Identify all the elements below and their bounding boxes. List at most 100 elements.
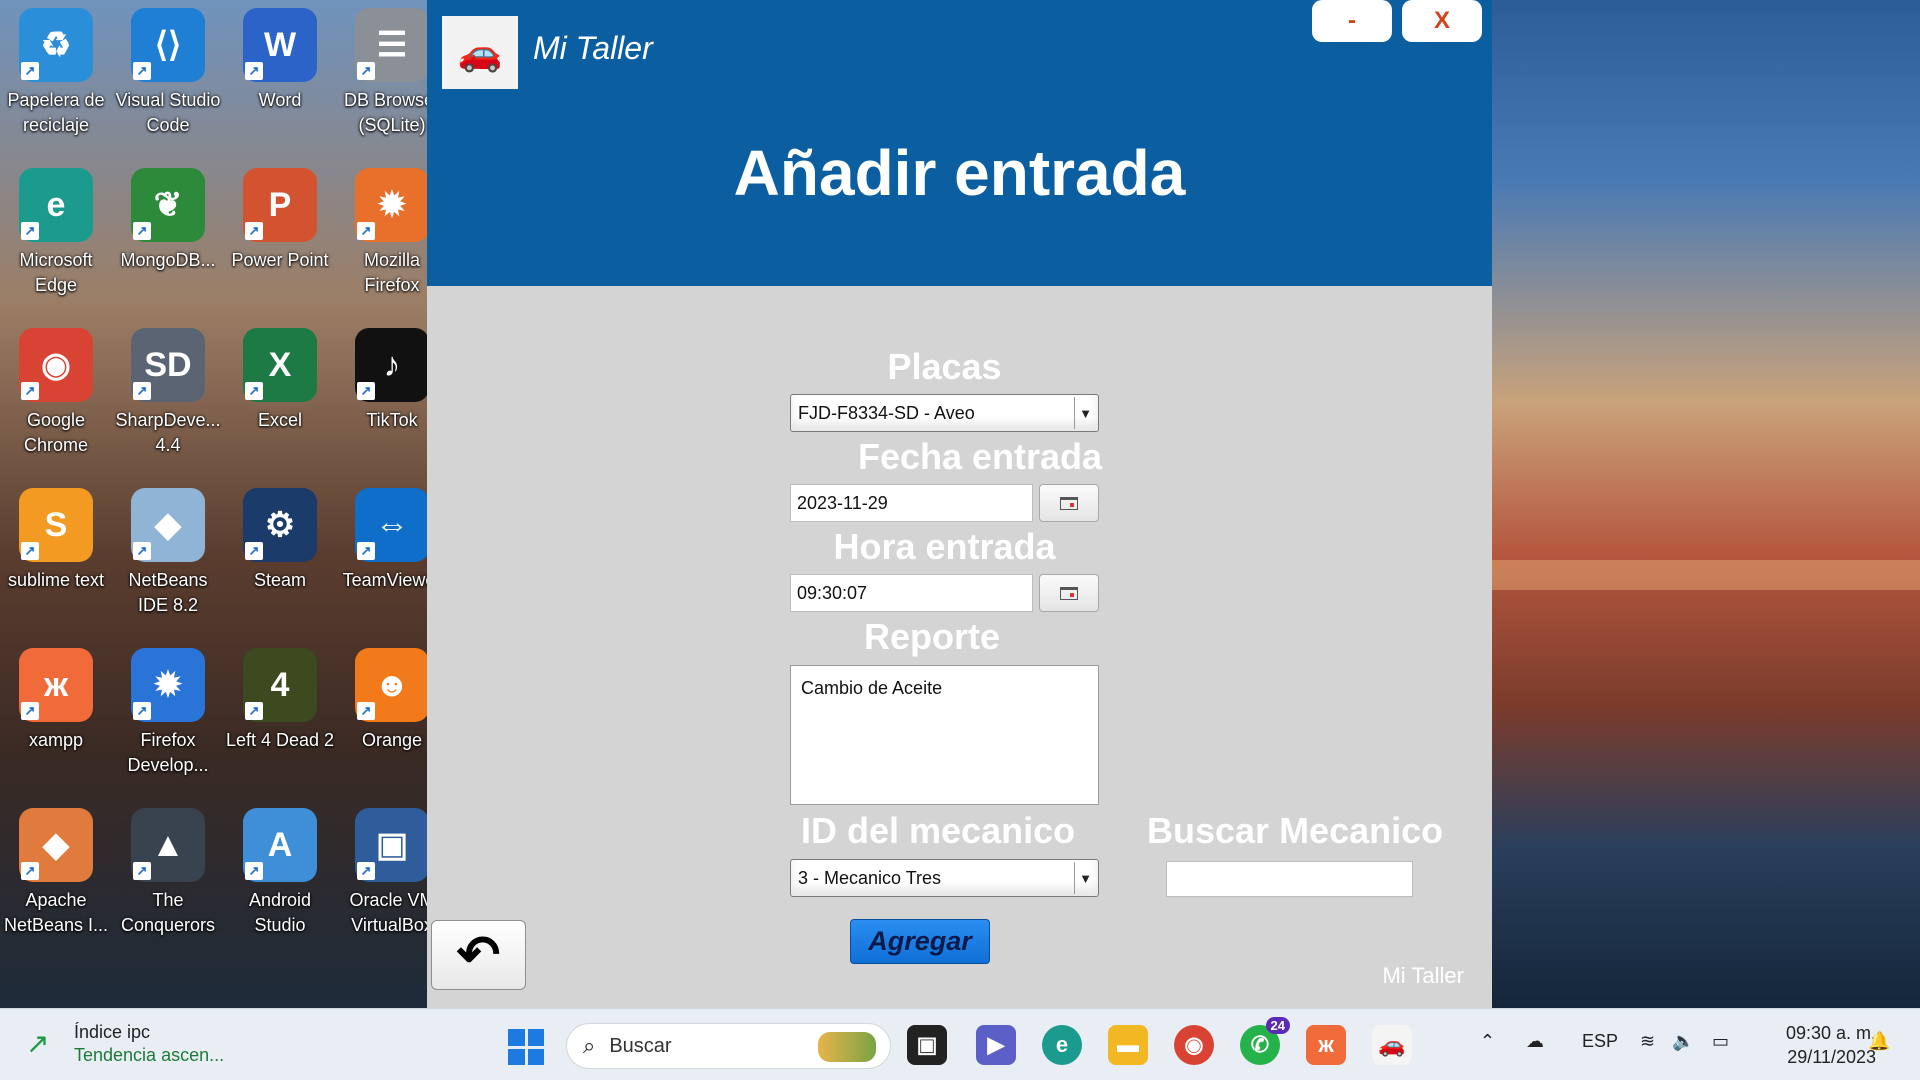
app-icon: ✹ ↗ xyxy=(131,648,205,722)
app-icon: X ↗ xyxy=(243,328,317,402)
desktop-icon[interactable]: ◆ ↗ NetBeans IDE 8.2 xyxy=(112,480,224,640)
start-button[interactable] xyxy=(508,1029,544,1065)
desktop-icon-label: The Conquerors xyxy=(120,890,216,935)
desktop-icon[interactable]: ◆ ↗ Apache NetBeans I... xyxy=(0,800,112,960)
taskbar-search[interactable]: ⌕ Buscar xyxy=(566,1023,891,1069)
shortcut-arrow-icon: ↗ xyxy=(133,62,151,80)
shortcut-arrow-icon: ↗ xyxy=(245,542,263,560)
buscar-mecanico-label: Buscar Mecanico xyxy=(1147,810,1444,851)
trend-up-icon: ↗ xyxy=(26,1028,50,1059)
file-explorer-icon[interactable]: ▬ xyxy=(1108,1025,1148,1065)
shortcut-arrow-icon: ↗ xyxy=(21,862,39,880)
back-button[interactable]: ↶ xyxy=(431,920,526,990)
volume-icon[interactable]: 🔈 xyxy=(1672,1031,1694,1052)
xampp-icon[interactable]: ж xyxy=(1306,1025,1346,1065)
app-icon: e ↗ xyxy=(19,168,93,242)
desktop-icon-label: NetBeans IDE 8.2 xyxy=(128,570,208,615)
desktop-icon[interactable]: ⟨⟩ ↗ Visual Studio Code xyxy=(112,0,224,160)
shortcut-arrow-icon: ↗ xyxy=(357,222,375,240)
desktop-icon-label: Apache NetBeans I... xyxy=(3,890,109,935)
calendar-icon xyxy=(1060,496,1078,510)
mi-taller-taskbar-icon[interactable]: 🚗 xyxy=(1372,1025,1412,1065)
close-button[interactable]: X xyxy=(1402,0,1482,42)
edge-icon[interactable]: e xyxy=(1042,1025,1082,1065)
shortcut-arrow-icon: ↗ xyxy=(357,62,375,80)
shortcut-arrow-icon: ↗ xyxy=(245,382,263,400)
shortcut-arrow-icon: ↗ xyxy=(133,382,151,400)
shortcut-arrow-icon: ↗ xyxy=(21,382,39,400)
search-highlight-icon xyxy=(818,1032,876,1062)
wifi-icon[interactable]: ≋ xyxy=(1640,1031,1655,1052)
desktop-icon[interactable]: ▲ ↗ The Conquerors xyxy=(112,800,224,960)
notification-bell-icon[interactable]: 🔔 xyxy=(1868,1031,1890,1052)
placas-select[interactable]: FJD-F8334-SD - Aveo ▼ xyxy=(790,394,1099,432)
wallpaper-right xyxy=(1492,0,1920,1008)
app-icon: ☻ ↗ xyxy=(355,648,429,722)
shortcut-arrow-icon: ↗ xyxy=(21,222,39,240)
app-icon: ⟨⟩ ↗ xyxy=(131,8,205,82)
app-header: 🚗 Mi Taller - X Añadir entrada xyxy=(427,0,1492,286)
fecha-label: Fecha entrada xyxy=(857,436,1103,477)
car-icon: 🚗 xyxy=(457,31,503,73)
battery-icon[interactable]: ▭ xyxy=(1712,1031,1729,1052)
whatsapp-icon[interactable]: ✆ 24 xyxy=(1240,1017,1290,1065)
desktop-icon-label: Firefox Develop... xyxy=(127,730,209,775)
app-icon: SD ↗ xyxy=(131,328,205,402)
chevron-up-icon[interactable]: ⌃ xyxy=(1480,1031,1495,1052)
widget-subtitle: Tendencia ascen... xyxy=(74,1045,225,1065)
desktop-icon[interactable]: A ↗ Android Studio xyxy=(224,800,336,960)
shortcut-arrow-icon: ↗ xyxy=(133,702,151,720)
shortcut-arrow-icon: ↗ xyxy=(357,862,375,880)
desktop-icon[interactable]: S ↗ sublime text xyxy=(0,480,112,640)
task-view-icon[interactable]: ▣ xyxy=(907,1025,947,1065)
fecha-input[interactable]: 2023-11-29 xyxy=(790,484,1033,522)
page-title: Añadir entrada xyxy=(733,137,1186,209)
desktop-icon-label: Google Chrome xyxy=(23,410,89,455)
desktop-icon[interactable]: ✹ ↗ Firefox Develop... xyxy=(112,640,224,800)
desktop-icon[interactable]: 4 ↗ Left 4 Dead 2 xyxy=(224,640,336,800)
desktop-icon[interactable]: ❦ ↗ MongoDB... xyxy=(112,160,224,320)
clock-time: 09:30 a. m. xyxy=(1785,1023,1876,1043)
chevron-down-icon[interactable]: ▼ xyxy=(1074,862,1096,894)
clock[interactable]: 09:30 a. m. 29/11/2023 xyxy=(1760,1021,1876,1069)
date-picker-button[interactable] xyxy=(1039,484,1099,522)
desktop-icon[interactable]: W ↗ Word xyxy=(224,0,336,160)
shortcut-arrow-icon: ↗ xyxy=(133,862,151,880)
desktop-icon[interactable]: e ↗ Microsoft Edge xyxy=(0,160,112,320)
app-icon: ♪ ↗ xyxy=(355,328,429,402)
reporte-label: Reporte xyxy=(863,616,1001,657)
chrome-icon[interactable]: ◉ xyxy=(1174,1025,1214,1065)
app-icon: S ↗ xyxy=(19,488,93,562)
desktop-icon[interactable]: SD ↗ SharpDeve... 4.4 xyxy=(112,320,224,480)
hora-label: Hora entrada xyxy=(833,526,1056,567)
hora-input[interactable]: 09:30:07 xyxy=(790,574,1033,612)
agregar-button[interactable]: Agregar xyxy=(850,919,990,964)
app-icon: ◉ ↗ xyxy=(19,328,93,402)
desktop-icon[interactable]: ⚙ ↗ Steam xyxy=(224,480,336,640)
app-window: 🚗 Mi Taller - X Añadir entrada Placas FJ… xyxy=(427,0,1492,1008)
app-icon: ✹ ↗ xyxy=(355,168,429,242)
language-indicator[interactable]: ESP xyxy=(1582,1031,1618,1052)
desktop-icon[interactable]: ◉ ↗ Google Chrome xyxy=(0,320,112,480)
minimize-button[interactable]: - xyxy=(1312,0,1392,42)
desktop-icon[interactable]: ж ↗ xampp xyxy=(0,640,112,800)
onedrive-icon[interactable]: ☁ xyxy=(1526,1031,1544,1052)
desktop-icon[interactable]: ♻ ↗ Papelera de reciclaje xyxy=(0,0,112,160)
desktop-icon-label: MongoDB... xyxy=(120,250,216,270)
desktop-icon-label: Word xyxy=(258,90,302,110)
desktop-icon-label: Steam xyxy=(253,570,307,590)
shortcut-arrow-icon: ↗ xyxy=(245,862,263,880)
buscar-mecanico-input[interactable] xyxy=(1166,861,1413,897)
news-widget[interactable]: ↗ Índice ipc Tendencia ascen... xyxy=(26,1021,224,1067)
reporte-textarea[interactable]: Cambio de Aceite xyxy=(790,665,1099,805)
desktop-icon[interactable]: X ↗ Excel xyxy=(224,320,336,480)
desktop-icon[interactable]: P ↗ Power Point xyxy=(224,160,336,320)
chevron-down-icon[interactable]: ▼ xyxy=(1074,397,1096,429)
desktop-icon-label: Visual Studio Code xyxy=(115,90,221,135)
app-icon: ж ↗ xyxy=(19,648,93,722)
teams-icon[interactable]: ▶ xyxy=(976,1025,1016,1065)
desktop-icon-label: SharpDeve... 4.4 xyxy=(115,410,221,455)
time-picker-button[interactable] xyxy=(1039,574,1099,612)
app-icon: 4 ↗ xyxy=(243,648,317,722)
mecanico-select[interactable]: 3 - Mecanico Tres ▼ xyxy=(790,859,1099,897)
